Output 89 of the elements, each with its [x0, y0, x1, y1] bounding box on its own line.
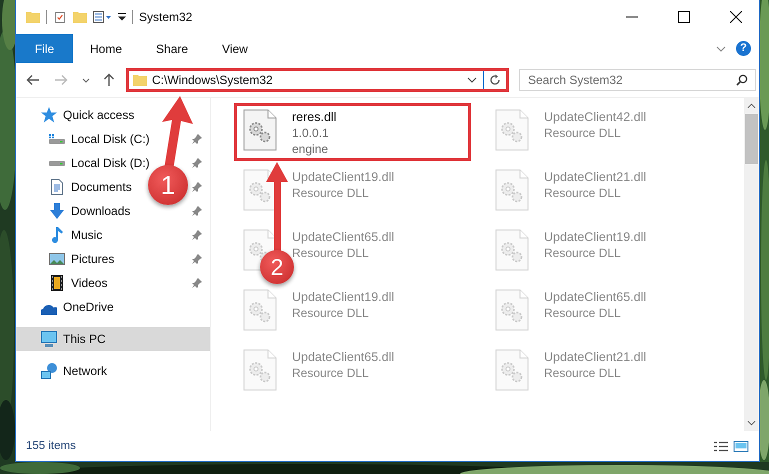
film-icon — [51, 275, 63, 291]
file-item[interactable]: reres.dll 1.0.0.1 engine — [234, 103, 471, 161]
nav-label: Quick access — [63, 108, 134, 122]
file-detail: Resource DLL — [544, 185, 622, 201]
file-name: reres.dll — [292, 109, 336, 125]
nav-item[interactable]: Videos — [49, 271, 108, 295]
nav-item[interactable]: This PC — [16, 327, 210, 351]
star-icon — [41, 107, 57, 123]
item-count: 155 items — [26, 440, 76, 452]
file-detail: Resource DLL — [544, 125, 622, 141]
document-icon — [51, 179, 63, 195]
details-view-icon[interactable] — [713, 440, 729, 452]
large-icons-view-icon[interactable] — [733, 440, 749, 452]
pin-icon[interactable] — [192, 134, 202, 144]
file-detail: Resource DLL — [292, 365, 370, 381]
address-path: C:\Windows\System32 — [152, 73, 273, 87]
file-detail: Resource DLL — [292, 305, 370, 321]
ribbon-tab[interactable]: File — [16, 34, 73, 63]
nav-item[interactable]: Music — [49, 223, 102, 247]
nav-item[interactable]: Documents — [49, 175, 132, 199]
nav-label: Network — [63, 364, 108, 378]
pictures-icon — [49, 253, 65, 265]
drive-icon — [49, 160, 65, 166]
nav-label: Local Disk (C:) — [71, 132, 150, 146]
file-name: UpdateClient21.dll — [544, 169, 646, 185]
file-detail: Resource DLL — [544, 305, 622, 321]
nav-label: Music — [71, 228, 102, 242]
file-name: UpdateClient65.dll — [292, 229, 394, 245]
file-detail: Resource DLL — [544, 245, 622, 261]
maximize-icon[interactable] — [678, 11, 690, 23]
nav-label: OneDrive — [63, 300, 114, 314]
pin-icon[interactable] — [192, 278, 202, 288]
help-button[interactable]: ? — [736, 41, 751, 56]
scroll-down-icon[interactable] — [747, 420, 756, 426]
nav-label: Videos — [71, 276, 108, 290]
pin-icon[interactable] — [192, 182, 202, 192]
file-name: UpdateClient21.dll — [544, 349, 646, 365]
file-name: UpdateClient65.dll — [292, 349, 394, 365]
file-name: UpdateClient19.dll — [292, 289, 394, 305]
nav-label: Documents — [71, 180, 132, 194]
view-icon[interactable] — [93, 11, 112, 23]
file-name: UpdateClient19.dll — [292, 169, 394, 185]
file-detail: Resource DLL — [292, 245, 370, 261]
scroll-up-icon[interactable] — [747, 103, 756, 109]
network-icon — [41, 363, 57, 379]
scrollbar[interactable] — [744, 98, 759, 431]
nav-item[interactable]: Local Disk (C:) — [49, 127, 150, 151]
drive-icon — [49, 134, 65, 144]
folder-icon — [133, 74, 147, 86]
nav-label: Pictures — [71, 252, 114, 266]
music-note-icon — [52, 227, 62, 243]
pin-icon[interactable] — [192, 158, 202, 168]
file-detail: Resource DLL — [292, 185, 370, 201]
refresh-icon[interactable] — [489, 74, 501, 86]
address-field[interactable]: C:\Windows\System32 — [126, 68, 509, 92]
nav-item[interactable]: Downloads — [49, 199, 130, 223]
pin-icon[interactable] — [192, 206, 202, 216]
nav-item[interactable]: Network — [16, 359, 210, 383]
file-name: UpdateClient65.dll — [544, 289, 646, 305]
dropdown-icon[interactable] — [82, 78, 90, 82]
file-detail: 1.0.0.1 — [292, 125, 330, 141]
properties-icon[interactable] — [53, 12, 67, 22]
nav-item[interactable]: Pictures — [49, 247, 114, 271]
customize-icon[interactable] — [118, 13, 126, 21]
window-title: System32 — [139, 10, 192, 24]
search-field[interactable]: Search System32 — [519, 69, 756, 91]
forward-icon[interactable] — [54, 73, 68, 87]
close-icon[interactable] — [730, 11, 742, 23]
scroll-thumb[interactable] — [745, 114, 758, 164]
search-icon[interactable] — [736, 74, 748, 86]
pin-icon[interactable] — [192, 230, 202, 240]
pin-icon[interactable] — [192, 254, 202, 264]
file-name: UpdateClient19.dll — [544, 229, 646, 245]
nav-item[interactable]: Local Disk (D:) — [49, 151, 150, 175]
file-detail: engine — [292, 141, 330, 157]
chevron-icon[interactable] — [716, 46, 726, 52]
file-name: UpdateClient42.dll — [544, 109, 646, 125]
nav-label: Local Disk (D:) — [71, 156, 150, 170]
nav-item[interactable]: OneDrive — [16, 295, 210, 319]
nav-label: Downloads — [71, 204, 130, 218]
nav-item[interactable]: Quick access — [16, 103, 210, 127]
nav-label: This PC — [63, 332, 106, 346]
dropdown-icon[interactable] — [467, 77, 477, 83]
up-icon[interactable] — [102, 73, 116, 87]
download-icon — [50, 203, 64, 219]
gear-file-icon[interactable] — [243, 109, 277, 151]
file-detail: Resource DLL — [544, 365, 622, 381]
computer-icon — [41, 331, 57, 347]
back-icon[interactable] — [26, 73, 40, 87]
